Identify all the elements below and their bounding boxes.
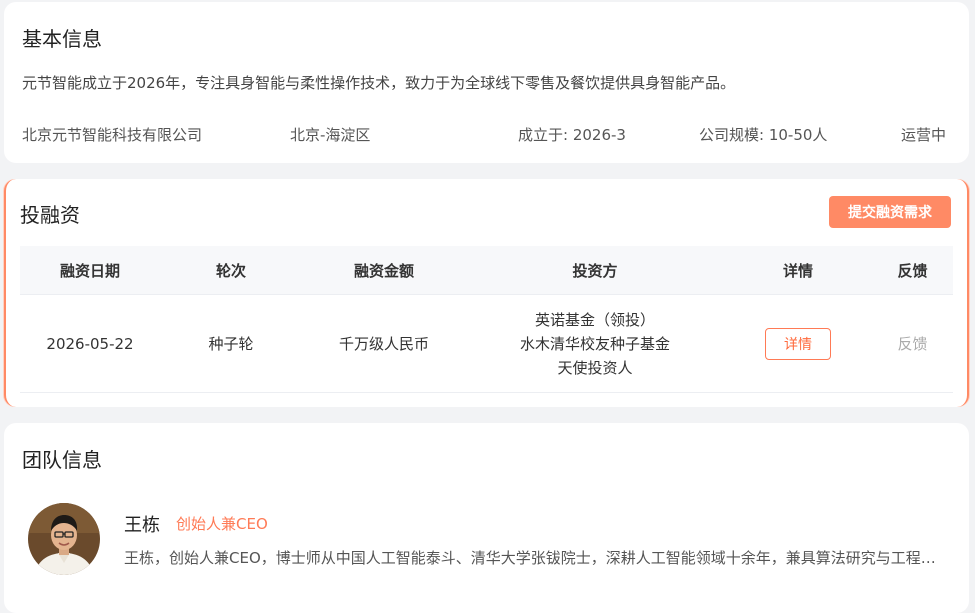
column-header-investors: 投资方 [572, 261, 618, 280]
member-role: 创始人兼CEO [176, 515, 268, 533]
column-header-feedback: 反馈 [897, 261, 928, 280]
company-scale: 公司规模: 10-50人 [699, 126, 828, 144]
team-title: 团队信息 [22, 448, 102, 472]
funding-date: 2026-05-22 [46, 334, 134, 353]
founded-date: 成立于: 2026-3 [518, 126, 626, 144]
company-name: 北京元节智能科技有限公司 [22, 126, 203, 144]
member-name: 王栋 [124, 515, 160, 536]
avatar[interactable] [28, 503, 100, 575]
funding-title: 投融资 [20, 203, 80, 227]
company-location: 北京-海淀区 [290, 126, 371, 144]
funding-investors: 英诺基金（领投） 水木清华校友种子基金 天使投资人 [466, 295, 724, 392]
member-bio: 王栋，创始人兼CEO，博士师从中国人工智能泰斗、清华大学张钹院士，深耕人工智能领… [124, 549, 944, 567]
company-status: 运营中 [901, 126, 947, 144]
feedback-link[interactable]: 反馈 [897, 333, 927, 354]
funding-round: 种子轮 [208, 335, 254, 353]
column-header-date: 融资日期 [59, 261, 120, 280]
basic-info-title: 基本信息 [22, 27, 102, 51]
funding-table-header: 融资日期 轮次 融资金额 投资方 详情 反馈 [20, 246, 953, 294]
column-header-amount: 融资金额 [353, 261, 414, 280]
funding-card: 投融资 提交融资需求 融资日期 轮次 融资金额 投资方 详情 反馈 2026-0… [4, 179, 969, 407]
detail-button[interactable]: 详情 [765, 327, 831, 360]
investor-item[interactable]: 水木清华校友种子基金 [520, 332, 670, 356]
submit-funding-button[interactable]: 提交融资需求 [829, 196, 951, 228]
detail-cell: 详情 [724, 295, 872, 392]
column-header-detail: 详情 [782, 261, 813, 280]
column-header-round: 轮次 [215, 261, 246, 280]
funding-amount: 千万级人民币 [338, 335, 429, 353]
investor-item[interactable]: 英诺基金（领投） [520, 308, 670, 332]
investor-item[interactable]: 天使投资人 [520, 356, 670, 380]
table-row: 2026-05-22 种子轮 千万级人民币 英诺基金（领投） 水木清华校友种子基… [20, 294, 953, 393]
feedback-cell: 反馈 [872, 295, 953, 392]
basic-info-card: 基本信息 元节智能成立于2026年，专注具身智能与柔性操作技术，致力于为全球线下… [4, 2, 969, 163]
team-card: 团队信息 王栋 创始人兼CEO 王栋，创始人兼CEO，博士师从中国人工智能泰斗、… [4, 423, 969, 613]
company-description: 元节智能成立于2026年，专注具身智能与柔性操作技术，致力于为全球线下零售及餐饮… [22, 74, 736, 92]
avatar-photo-icon [28, 503, 100, 575]
